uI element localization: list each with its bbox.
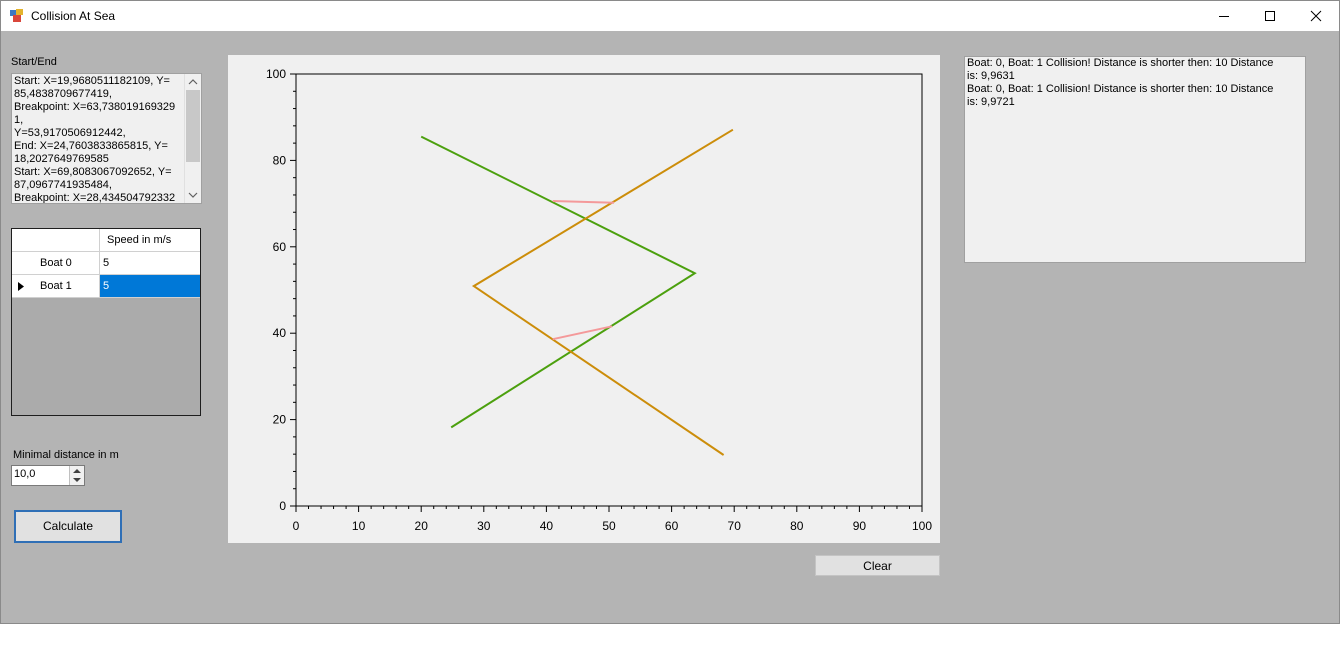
minimize-icon	[1219, 16, 1229, 17]
x-tick-label: 40	[540, 519, 554, 533]
close-icon	[1310, 10, 1322, 22]
y-tick-label: 60	[273, 240, 287, 254]
minimize-button[interactable]	[1201, 1, 1247, 31]
startend-label: Start/End	[11, 56, 57, 68]
log-line: Boat: 0, Boat: 1 Collision! Distance is …	[967, 83, 1277, 108]
table-row[interactable]: Boat 0 5	[12, 252, 200, 275]
scroll-thumb[interactable]	[186, 90, 200, 162]
log-line: Boat: 0, Boat: 1 Collision! Distance is …	[967, 57, 1277, 82]
y-tick-label: 100	[266, 67, 286, 81]
log-lines: Boat: 0, Boat: 1 Collision! Distance is …	[965, 57, 1305, 109]
y-tick-label: 20	[273, 413, 287, 427]
chart-area: 0 10 20 30 40 50 60 70 80 90 100 0 20 40 60 80 100	[228, 55, 940, 543]
grid-corner-header[interactable]	[12, 229, 100, 252]
y-tick-label: 0	[279, 499, 286, 513]
maximize-button[interactable]	[1247, 1, 1293, 31]
x-tick-label: 10	[352, 519, 366, 533]
chart-canvas: 0 10 20 30 40 50 60 70 80 90 100 0 20 40 60 80 100	[266, 67, 932, 533]
boat-row-header[interactable]: Boat 1	[12, 275, 100, 298]
stepper-buttons[interactable]	[69, 466, 84, 485]
boat-0-route	[420, 135, 697, 429]
calculate-button[interactable]: Calculate	[14, 510, 122, 543]
startend-textbox[interactable]: Start: X=19,9680511182109, Y= 85,4838709…	[11, 73, 202, 204]
y-tick-label: 40	[273, 326, 287, 340]
speed-column-header[interactable]: Speed in m/s	[100, 229, 200, 252]
boat-name: Boat 1	[40, 280, 72, 292]
app-icon	[10, 9, 23, 22]
x-tick-label: 60	[665, 519, 679, 533]
clear-button[interactable]: Clear	[815, 555, 940, 576]
scroll-up-icon[interactable]	[188, 78, 198, 86]
row-selector-icon	[18, 282, 24, 291]
table-row[interactable]: Boat 1 5	[12, 275, 200, 298]
boat-row-header[interactable]: Boat 0	[12, 252, 100, 275]
min-distance-label: Minimal distance in m	[13, 449, 119, 461]
speed-grid: Speed in m/s Boat 0 5 Boat 1 5	[11, 228, 201, 416]
speed-cell[interactable]: 5	[100, 252, 200, 275]
startend-scrollbar[interactable]	[184, 74, 201, 203]
window-title: Collision At Sea	[31, 9, 116, 23]
min-distance-value[interactable]: 10,0	[14, 468, 35, 480]
app-window: Collision At Sea Start/End Start: X=19,9…	[0, 0, 1340, 624]
x-tick-label: 0	[293, 519, 300, 533]
boat-1-route	[471, 128, 734, 456]
x-tick-label: 50	[602, 519, 616, 533]
collision-segment	[552, 200, 615, 204]
scroll-down-icon[interactable]	[188, 191, 198, 199]
speed-cell-selected[interactable]: 5	[100, 275, 200, 298]
stepper-up-icon[interactable]	[73, 468, 81, 474]
grid-header-row: Speed in m/s	[12, 229, 200, 252]
plot-frame	[295, 73, 923, 507]
x-tick-label: 70	[728, 519, 742, 533]
x-tick-label: 100	[912, 519, 932, 533]
title-bar: Collision At Sea	[1, 1, 1339, 31]
collision-log[interactable]: Boat: 0, Boat: 1 Collision! Distance is …	[964, 56, 1306, 263]
stepper-down-icon[interactable]	[73, 477, 81, 483]
startend-text: Start: X=19,9680511182109, Y= 85,4838709…	[14, 75, 176, 204]
x-tick-label: 20	[415, 519, 429, 533]
maximize-icon	[1265, 11, 1275, 21]
collision-segment	[552, 325, 613, 341]
y-tick-label: 80	[273, 153, 287, 167]
x-tick-label: 30	[477, 519, 491, 533]
x-tick-label: 80	[790, 519, 804, 533]
min-distance-stepper[interactable]: 10,0	[11, 465, 85, 486]
x-tick-label: 90	[853, 519, 867, 533]
close-button[interactable]	[1293, 1, 1339, 31]
